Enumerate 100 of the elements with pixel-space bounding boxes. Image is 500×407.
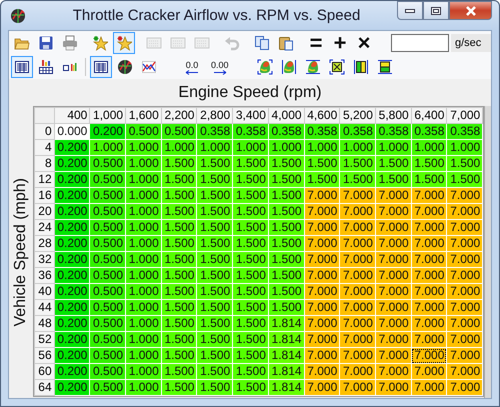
table-cell[interactable]: 0.500 (90, 156, 126, 172)
table-cell[interactable]: 7.000 (304, 316, 340, 332)
table-cell[interactable]: 7.000 (375, 188, 412, 204)
table-cell[interactable]: 1.500 (232, 252, 268, 268)
table-cell[interactable]: 0.500 (90, 268, 126, 284)
table-cell[interactable]: 0.358 (340, 124, 376, 140)
table-cell[interactable]: 1.500 (232, 332, 268, 348)
table-cell[interactable]: 0.200 (54, 348, 90, 364)
table-cell[interactable]: 0.500 (90, 316, 126, 332)
table-cell[interactable]: 7.000 (375, 268, 412, 284)
table-cell[interactable]: 7.000 (340, 236, 376, 252)
table-view-button[interactable] (90, 56, 112, 78)
table-cell[interactable]: 1.500 (161, 300, 197, 316)
table-cell[interactable]: 1.500 (196, 316, 233, 332)
operator-button[interactable]: + (329, 32, 351, 54)
table-cell[interactable]: 0.200 (54, 300, 90, 316)
table-cell[interactable]: 1.000 (126, 380, 162, 396)
table-cell[interactable]: 7.000 (411, 316, 447, 332)
table-cell[interactable]: 1.000 (126, 140, 162, 156)
table-cell[interactable]: 0.200 (54, 380, 90, 396)
value-field[interactable] (391, 34, 449, 52)
table-cell[interactable]: 7.000 (375, 252, 412, 268)
table-cell[interactable]: 7.000 (340, 364, 376, 380)
table-cell[interactable]: 7.000 (446, 204, 483, 220)
table-cell[interactable]: 7.000 (411, 236, 447, 252)
table-cell[interactable]: 0.000 (54, 124, 90, 140)
table-cell[interactable]: 1.500 (161, 284, 197, 300)
table-cell[interactable]: 0.358 (446, 124, 483, 140)
table-cell[interactable]: 1.000 (126, 156, 162, 172)
table-cell[interactable]: 7.000 (411, 188, 447, 204)
table-cell[interactable]: 1.000 (90, 140, 126, 156)
table-cell[interactable]: 1.000 (126, 220, 162, 236)
table-cell[interactable]: 1.500 (375, 172, 412, 188)
table-cell[interactable]: 7.000 (304, 332, 340, 348)
table-cell[interactable]: 0.500 (90, 332, 126, 348)
table-cell[interactable]: 7.000 (340, 268, 376, 284)
table-cell[interactable]: 1.000 (196, 140, 233, 156)
table-cell[interactable]: 1.500 (232, 284, 268, 300)
table-cell[interactable]: 1.000 (126, 268, 162, 284)
table-cell[interactable]: 1.500 (232, 188, 268, 204)
table-cell[interactable]: 0.500 (90, 204, 126, 220)
table-cell[interactable]: 0.358 (268, 124, 304, 140)
table-cell[interactable]: 7.000 (340, 332, 376, 348)
table-cell[interactable]: 1.500 (232, 364, 268, 380)
table-cell[interactable]: 1.500 (161, 380, 197, 396)
table-cell[interactable]: 1.814 (268, 380, 304, 396)
table-cell[interactable]: 7.000 (446, 316, 483, 332)
table-cell[interactable]: 7.000 (340, 220, 376, 236)
table-cell[interactable]: 0.200 (54, 204, 90, 220)
table-cell[interactable]: 0.500 (90, 252, 126, 268)
table-cell[interactable]: 1.500 (268, 156, 304, 172)
table-cell[interactable]: 1.500 (196, 204, 233, 220)
table-cell[interactable]: 0.200 (54, 332, 90, 348)
table-cell[interactable]: 7.000 (411, 348, 447, 364)
table-cell[interactable]: 1.500 (304, 156, 340, 172)
table-cell[interactable]: 0.200 (90, 124, 126, 140)
table-cell[interactable]: 1.500 (161, 252, 197, 268)
table-cell[interactable]: 1.500 (446, 156, 483, 172)
table-cell[interactable]: 7.000 (304, 284, 340, 300)
table-cell[interactable]: 1.500 (411, 156, 447, 172)
table-cell[interactable]: 7.000 (375, 220, 412, 236)
table-cell[interactable]: 1.500 (232, 380, 268, 396)
table-cell[interactable]: 1.500 (196, 268, 233, 284)
table-cell[interactable]: 1.500 (196, 188, 233, 204)
table-cell[interactable]: 7.000 (411, 300, 447, 316)
table-cell[interactable]: 7.000 (411, 252, 447, 268)
table-cell[interactable]: 7.000 (340, 348, 376, 364)
table-cell[interactable]: 1.500 (196, 284, 233, 300)
table-cell[interactable]: 1.500 (232, 268, 268, 284)
minimize-button[interactable] (397, 1, 423, 20)
table-cell[interactable]: 1.500 (340, 172, 376, 188)
table-cell[interactable]: 7.000 (375, 316, 412, 332)
table-cell[interactable]: 0.500 (90, 172, 126, 188)
table-cell[interactable]: 7.000 (411, 268, 447, 284)
table-cell[interactable]: 1.000 (126, 316, 162, 332)
table-cell[interactable]: 1.500 (232, 348, 268, 364)
table-cell[interactable]: 1.500 (161, 220, 197, 236)
table-cell[interactable]: 7.000 (340, 204, 376, 220)
table-cell[interactable]: 0.200 (54, 220, 90, 236)
close-button[interactable] (449, 1, 492, 20)
table-view-button[interactable] (11, 56, 33, 78)
table-cell[interactable]: 1.000 (126, 332, 162, 348)
table-cell[interactable]: 1.500 (196, 236, 233, 252)
table-cell[interactable]: 0.500 (90, 380, 126, 396)
table-cell[interactable]: 1.000 (126, 348, 162, 364)
table-cell[interactable]: 0.200 (54, 284, 90, 300)
table-cell[interactable]: 0.500 (90, 300, 126, 316)
table-cell[interactable]: 0.500 (90, 236, 126, 252)
table-cell[interactable]: 1.000 (126, 284, 162, 300)
increase-decimals-button[interactable]: 0.00 (206, 56, 234, 78)
table-cell[interactable]: 1.000 (126, 252, 162, 268)
table-cell[interactable]: 0.200 (54, 316, 90, 332)
table-cell[interactable]: 1.000 (126, 300, 162, 316)
table-cell[interactable]: 0.200 (54, 172, 90, 188)
table-cell[interactable]: 1.500 (232, 300, 268, 316)
table-cell[interactable]: 7.000 (411, 332, 447, 348)
table-cell[interactable]: 7.000 (446, 236, 483, 252)
table-cell[interactable]: 7.000 (304, 236, 340, 252)
table-cell[interactable]: 0.200 (54, 364, 90, 380)
table-cell[interactable]: 7.000 (340, 188, 376, 204)
